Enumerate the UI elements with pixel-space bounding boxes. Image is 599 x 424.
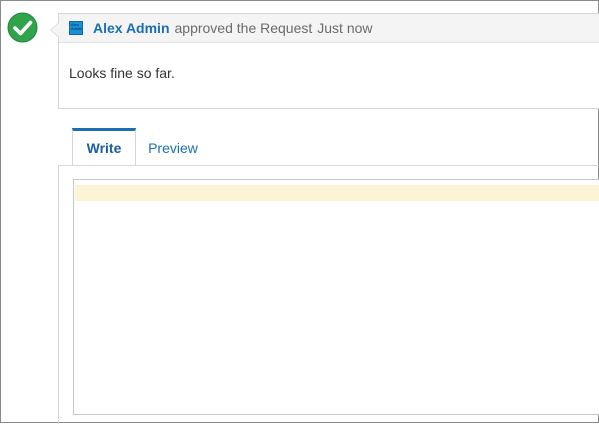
author-link[interactable]: Alex Admin [93,20,170,36]
comment-header: Alex Admin Alex Admin approved the Reque… [59,14,599,43]
current-line-highlight [75,185,599,201]
action-text: approved the Request [174,20,313,36]
timestamp: Just now [317,20,373,36]
tab-write[interactable]: Write [72,128,136,165]
editor-panel [58,166,599,424]
activity-frame: Alex Admin Alex Admin approved the Reque… [0,0,599,424]
comment-text: Looks fine so far. [69,65,175,81]
tab-preview[interactable]: Preview [136,131,210,165]
check-circle-icon [7,12,38,43]
comment-textarea[interactable] [73,179,599,415]
approval-comment-card: Alex Admin Alex Admin approved the Reque… [50,13,599,109]
avatar[interactable]: Alex Admin [69,21,83,35]
editor-tabs: Write Preview [58,128,599,166]
